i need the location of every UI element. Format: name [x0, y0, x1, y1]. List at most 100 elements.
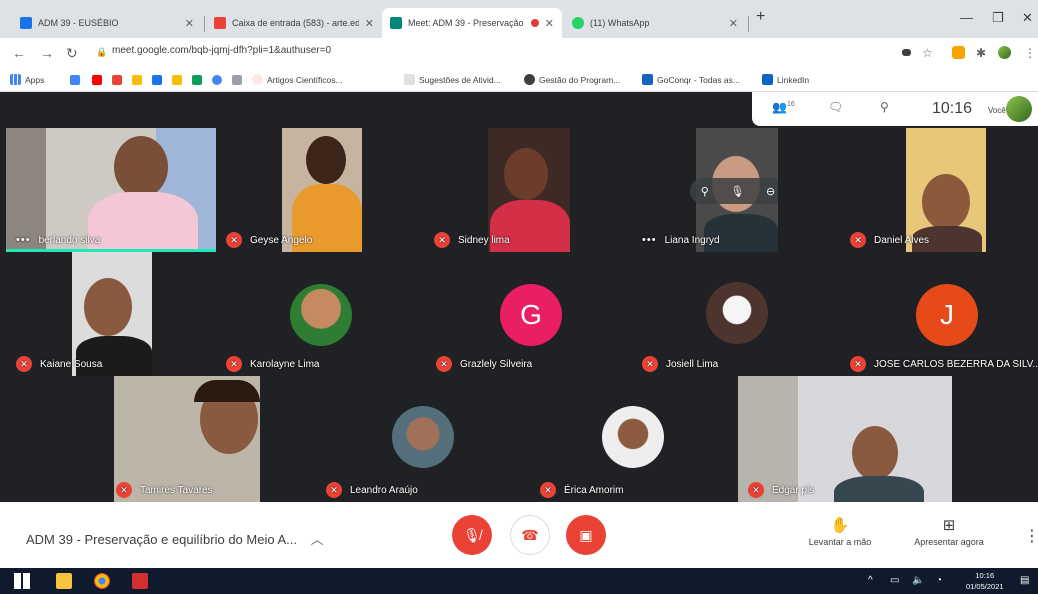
tab-title: ADM 39 - EUSÉBIO — [38, 18, 119, 28]
participant-tile[interactable]: ••• berlando silva — [6, 128, 216, 252]
participant-tile[interactable]: ✕ Geyse Angelo — [216, 128, 364, 252]
chrome-icon[interactable] — [94, 573, 110, 589]
bookmark-label: Sugestões de Ativid... — [419, 74, 501, 85]
chrome-icon[interactable] — [212, 75, 222, 85]
gmail-icon[interactable] — [112, 75, 122, 85]
system-clock[interactable]: 10:16 01/05/2021 — [966, 570, 1004, 592]
tab-separator — [204, 16, 205, 32]
present-now-button[interactable]: ⊞ Apresentar agora — [902, 516, 996, 547]
file-explorer-icon[interactable] — [56, 573, 72, 589]
mic-off-icon: ✕ — [434, 232, 450, 248]
url-field[interactable]: meet.google.com/bqb-jqmj-dfh?pli=1&authu… — [112, 45, 331, 56]
participant-tile[interactable]: ✕ Tamires Tavares — [6, 376, 316, 502]
drive-icon[interactable] — [132, 75, 142, 85]
puzzle-icon[interactable]: ✱ — [976, 46, 986, 60]
bookmark-sugestoes[interactable]: Sugestões de Ativid... — [404, 74, 501, 85]
person-body — [88, 192, 198, 252]
meet-icon[interactable] — [192, 75, 202, 85]
participant-name-label: ✕ Kaiane Sousa — [6, 352, 102, 376]
bookmark-icon[interactable] — [232, 75, 242, 85]
tab-calendar[interactable]: ADM 39 - EUSÉBIO ✕ — [12, 8, 202, 38]
raise-hand-button[interactable]: ✋ Levantar a mão — [798, 516, 882, 547]
tab-meet[interactable]: Meet: ADM 39 - Preservação ✕ — [382, 8, 562, 38]
more-options-icon[interactable]: ⋮ — [1024, 526, 1038, 546]
bookmark-apps[interactable]: Apps — [10, 74, 44, 85]
notifications-icon[interactable]: ▤ — [1020, 575, 1029, 586]
meet-video-grid: ••• berlando silva ✕ Geyse Angelo ✕ Sidn… — [0, 92, 1038, 502]
mic-icon[interactable]: 🎙 — [730, 185, 744, 198]
close-icon[interactable]: ✕ — [365, 17, 374, 30]
mic-off-icon: ✕ — [850, 356, 866, 372]
participant-name: Kaiane Sousa — [40, 358, 103, 370]
restore-icon[interactable]: ❐ — [992, 10, 1004, 26]
participant-tile[interactable]: ✕ Sidney lima — [424, 128, 570, 252]
camera-icon[interactable] — [902, 49, 911, 56]
participant-tile[interactable]: ✕ Karolayne Lima — [216, 252, 426, 376]
participant-avatar — [602, 406, 664, 468]
calendar-icon[interactable] — [152, 75, 162, 85]
bookmark-linkedin[interactable]: LinkedIn — [762, 74, 809, 85]
participant-name-label: ✕ Josiell Lima — [632, 352, 718, 376]
participant-tile[interactable]: ⚲ 🎙 ⊖ ••• Liana Ingryd — [632, 128, 778, 252]
close-icon[interactable]: ✕ — [545, 17, 554, 30]
participant-tile[interactable]: J ✕ JOSE CARLOS BEZERRA DA SILV... — [840, 252, 1038, 376]
raise-hand-label: Levantar a mão — [808, 537, 872, 547]
participant-tile[interactable]: ✕ Josiell Lima — [632, 252, 840, 376]
people-icon[interactable]: 👥16 — [772, 100, 795, 114]
leave-call-button[interactable]: ☎ — [510, 515, 550, 555]
mic-toggle-button[interactable]: 🎙︎̸ — [452, 515, 492, 555]
participant-tile[interactable]: G ◐ ✕ Grazlely Silveira — [426, 252, 632, 376]
participant-tile[interactable]: ✕ Kaiane Sousa — [6, 252, 216, 376]
keep-icon[interactable] — [172, 75, 182, 85]
bookmark-goconqr[interactable]: GoConqr - Todas as... — [642, 74, 740, 85]
participant-tile[interactable]: ✕ Daniel Alves — [840, 128, 1038, 252]
new-tab-icon[interactable]: + — [756, 8, 765, 26]
menu-icon[interactable]: ⋮ — [1024, 46, 1036, 60]
activities-icon[interactable]: ⚲ — [880, 100, 889, 114]
acrobat-icon[interactable] — [132, 573, 148, 589]
bookmark-label: LinkedIn — [777, 74, 810, 85]
person-face — [84, 278, 132, 336]
mic-off-icon: ✕ — [326, 482, 342, 498]
close-icon[interactable]: ✕ — [729, 17, 738, 30]
mic-off-icon: ✕ — [16, 356, 32, 372]
reload-icon[interactable]: ↻ — [66, 45, 78, 62]
participant-tile[interactable]: ✕ Érica Amorim — [530, 376, 738, 502]
tab-whatsapp[interactable]: (11) WhatsApp ✕ — [564, 8, 746, 38]
self-avatar[interactable] — [1006, 96, 1032, 122]
network-icon[interactable]: ◔ — [936, 575, 942, 586]
bookmark-artigos[interactable]: Artigos Científicos... — [252, 74, 343, 85]
star-icon[interactable]: ☆ — [922, 46, 933, 60]
camera-toggle-button[interactable]: ▣ — [566, 515, 606, 555]
meeting-details-button[interactable]: ADM 39 - Preservação e equilíbrio do Mei… — [26, 529, 324, 548]
remove-icon[interactable]: ⊖ — [766, 185, 775, 198]
forward-icon[interactable]: → — [40, 45, 54, 61]
back-icon[interactable]: ← — [12, 45, 26, 61]
participant-tile[interactable]: ✕ Leandro Araújo — [316, 376, 530, 502]
pin-icon[interactable]: ⚲ — [701, 185, 709, 198]
address-bar: ← → ↻ 🔒 meet.google.com/bqb-jqmj-dfh?pli… — [0, 38, 1038, 68]
speaking-indicator-icon: ••• — [642, 234, 657, 246]
bookmark-label: Apps — [25, 74, 45, 85]
start-icon[interactable] — [14, 573, 30, 589]
close-icon[interactable]: ✕ — [185, 17, 194, 30]
meet-icon — [390, 17, 402, 29]
battery-icon[interactable]: ▭ — [890, 575, 899, 586]
volume-icon[interactable]: 🔈 — [912, 575, 924, 586]
bookmark-label: GoConqr - Todas as... — [657, 74, 740, 85]
profile-icon[interactable] — [998, 46, 1011, 59]
participant-avatar — [706, 282, 768, 344]
bookmark-gestao[interactable]: Gestão do Program... — [524, 74, 620, 85]
lock-icon: 🔒 — [96, 47, 108, 57]
chevron-up-icon[interactable]: ^ — [868, 575, 873, 586]
minimize-icon[interactable]: — — [960, 10, 973, 25]
google-icon[interactable] — [70, 75, 80, 85]
tab-gmail[interactable]: Caixa de entrada (583) - arte.edu ✕ — [206, 8, 382, 38]
participant-tile[interactable]: ✕ Edgar pls — [738, 376, 952, 502]
extension-icon[interactable] — [952, 46, 965, 59]
chat-icon[interactable]: 🗨 — [828, 100, 843, 114]
youtube-icon[interactable] — [92, 75, 102, 85]
browser-tab-bar: ADM 39 - EUSÉBIO ✕ Caixa de entrada (583… — [0, 0, 1038, 38]
participant-name: JOSE CARLOS BEZERRA DA SILV... — [874, 358, 1038, 370]
close-window-icon[interactable]: ✕ — [1022, 10, 1033, 26]
